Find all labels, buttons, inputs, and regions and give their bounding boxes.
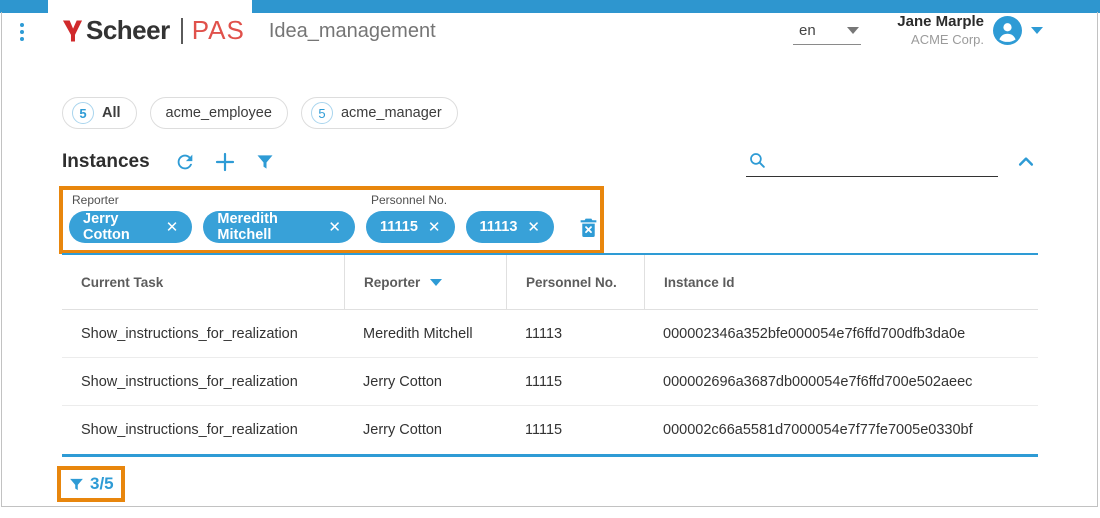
role-filter-tabs: 5 All acme_employee 5 acme_manager — [62, 97, 458, 129]
close-icon[interactable]: ✕ — [527, 220, 540, 235]
user-organization: ACME Corp. — [897, 32, 984, 48]
cell-instance-id: 000002696a3687db000054e7f6ffd700e502aeec — [644, 374, 1038, 390]
cell-reporter: Jerry Cotton — [344, 374, 506, 390]
app-window: Scheer PAS Idea_management en Jane Marpl… — [0, 0, 1100, 518]
chip-label: 11115 — [380, 219, 418, 235]
plus-icon — [213, 150, 237, 174]
browser-tab-notch — [48, 0, 252, 13]
cell-current-task: Show_instructions_for_realization — [62, 374, 344, 390]
filter-button[interactable] — [252, 149, 278, 175]
cell-instance-id: 000002c66a5581d7000054e7f77fe7005e0330bf — [644, 422, 1038, 438]
table-row[interactable]: Show_instructions_for_realization Meredi… — [62, 310, 1038, 358]
filter-chips: Jerry Cotton ✕ Meredith Mitchell ✕ 11115… — [69, 211, 600, 243]
sort-descending-icon — [430, 279, 442, 286]
cell-current-task: Show_instructions_for_realization — [62, 422, 344, 438]
filtered-count-text: 3/5 — [90, 474, 114, 494]
role-tab-all[interactable]: 5 All — [62, 97, 137, 129]
add-instance-button[interactable] — [212, 149, 238, 175]
column-header-personnel-no[interactable]: Personnel No. — [506, 255, 644, 309]
cell-personnel-no: 11113 — [506, 326, 644, 342]
role-tab-label: All — [102, 105, 121, 121]
user-menu[interactable]: Jane Marple ACME Corp. — [897, 13, 1043, 48]
cell-current-task: Show_instructions_for_realization — [62, 326, 344, 342]
delete-filters-icon — [577, 216, 600, 239]
chip-label: Jerry Cotton — [83, 211, 156, 243]
active-filters-highlight: Reporter Personnel No. Jerry Cotton ✕ Me… — [59, 186, 604, 254]
close-icon[interactable]: ✕ — [328, 220, 341, 235]
scheer-logo-icon — [62, 19, 83, 43]
close-icon[interactable]: ✕ — [428, 220, 441, 235]
clear-all-filters-button[interactable] — [577, 216, 600, 239]
page-title: Idea_management — [269, 18, 436, 43]
close-icon[interactable]: ✕ — [166, 220, 179, 235]
role-tab-label: acme_employee — [166, 105, 272, 121]
instances-toolbar: Instances — [62, 144, 1038, 180]
filter-icon — [255, 152, 275, 172]
table-row[interactable]: Show_instructions_for_realization Jerry … — [62, 406, 1038, 454]
search-field — [746, 147, 998, 177]
chevron-down-icon — [1031, 27, 1043, 34]
filter-icon — [68, 476, 85, 493]
table-header-row: Current Task Reporter Personnel No. Inst… — [62, 255, 1038, 310]
chevron-up-icon — [1016, 152, 1036, 172]
header-logo: Scheer PAS Idea_management — [62, 15, 436, 46]
language-select[interactable]: en — [793, 18, 861, 45]
brand-name: Scheer — [86, 15, 170, 46]
filter-group-label-personnel: Personnel No. — [371, 193, 447, 207]
chip-label: Meredith Mitchell — [217, 211, 318, 243]
table-body: Show_instructions_for_realization Meredi… — [62, 310, 1038, 454]
column-header-instance-id[interactable]: Instance Id — [644, 255, 1038, 309]
refresh-button[interactable] — [172, 149, 198, 175]
refresh-icon — [174, 151, 196, 173]
collapse-panel-button[interactable] — [1014, 150, 1038, 174]
logo-divider — [181, 18, 183, 44]
filter-chip-11115[interactable]: 11115 ✕ — [366, 211, 455, 243]
avatar-icon — [993, 16, 1022, 45]
filter-chip-jerry-cotton[interactable]: Jerry Cotton ✕ — [69, 211, 192, 243]
table-bottom-border — [62, 454, 1038, 457]
chip-label: 11113 — [480, 219, 518, 235]
filter-chip-meredith-mitchell[interactable]: Meredith Mitchell ✕ — [203, 211, 355, 243]
cell-reporter: Meredith Mitchell — [344, 326, 506, 342]
user-name: Jane Marple — [897, 13, 984, 32]
cell-personnel-no: 11115 — [506, 422, 644, 438]
table-row[interactable]: Show_instructions_for_realization Jerry … — [62, 358, 1038, 406]
column-header-current-task[interactable]: Current Task — [62, 255, 344, 309]
filter-group-label-reporter: Reporter — [72, 193, 119, 207]
role-tab-acme-employee[interactable]: acme_employee — [150, 97, 288, 129]
role-tab-label: acme_manager — [341, 105, 442, 121]
chevron-down-icon — [847, 27, 859, 34]
filter-chip-11113[interactable]: 11113 ✕ — [466, 211, 555, 243]
cell-personnel-no: 11115 — [506, 374, 644, 390]
brand-suffix: PAS — [192, 15, 245, 46]
column-header-reporter[interactable]: Reporter — [344, 255, 506, 309]
search-icon — [748, 151, 767, 170]
window-topbar — [0, 0, 1100, 13]
language-value: en — [799, 22, 816, 39]
cell-reporter: Jerry Cotton — [344, 422, 506, 438]
search-input[interactable] — [773, 152, 996, 168]
count-badge: 5 — [72, 102, 94, 124]
filtered-count-badge[interactable]: 3/5 — [57, 466, 125, 502]
count-badge: 5 — [311, 102, 333, 124]
section-title: Instances — [62, 151, 150, 173]
cell-instance-id: 000002346a352bfe000054e7f6ffd700dfb3da0e — [644, 326, 1038, 342]
role-tab-acme-manager[interactable]: 5 acme_manager — [301, 97, 458, 129]
kebab-menu-icon[interactable] — [20, 23, 24, 41]
